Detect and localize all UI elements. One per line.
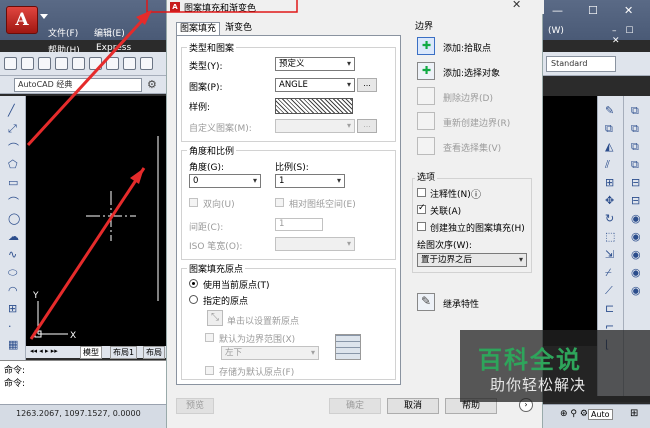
title-highlight-box	[146, 0, 298, 13]
annotation-arrow-upper	[26, 10, 152, 147]
watermark-subtitle: 助你轻松解决	[490, 376, 587, 394]
watermark-title: 百科全说	[478, 346, 582, 374]
